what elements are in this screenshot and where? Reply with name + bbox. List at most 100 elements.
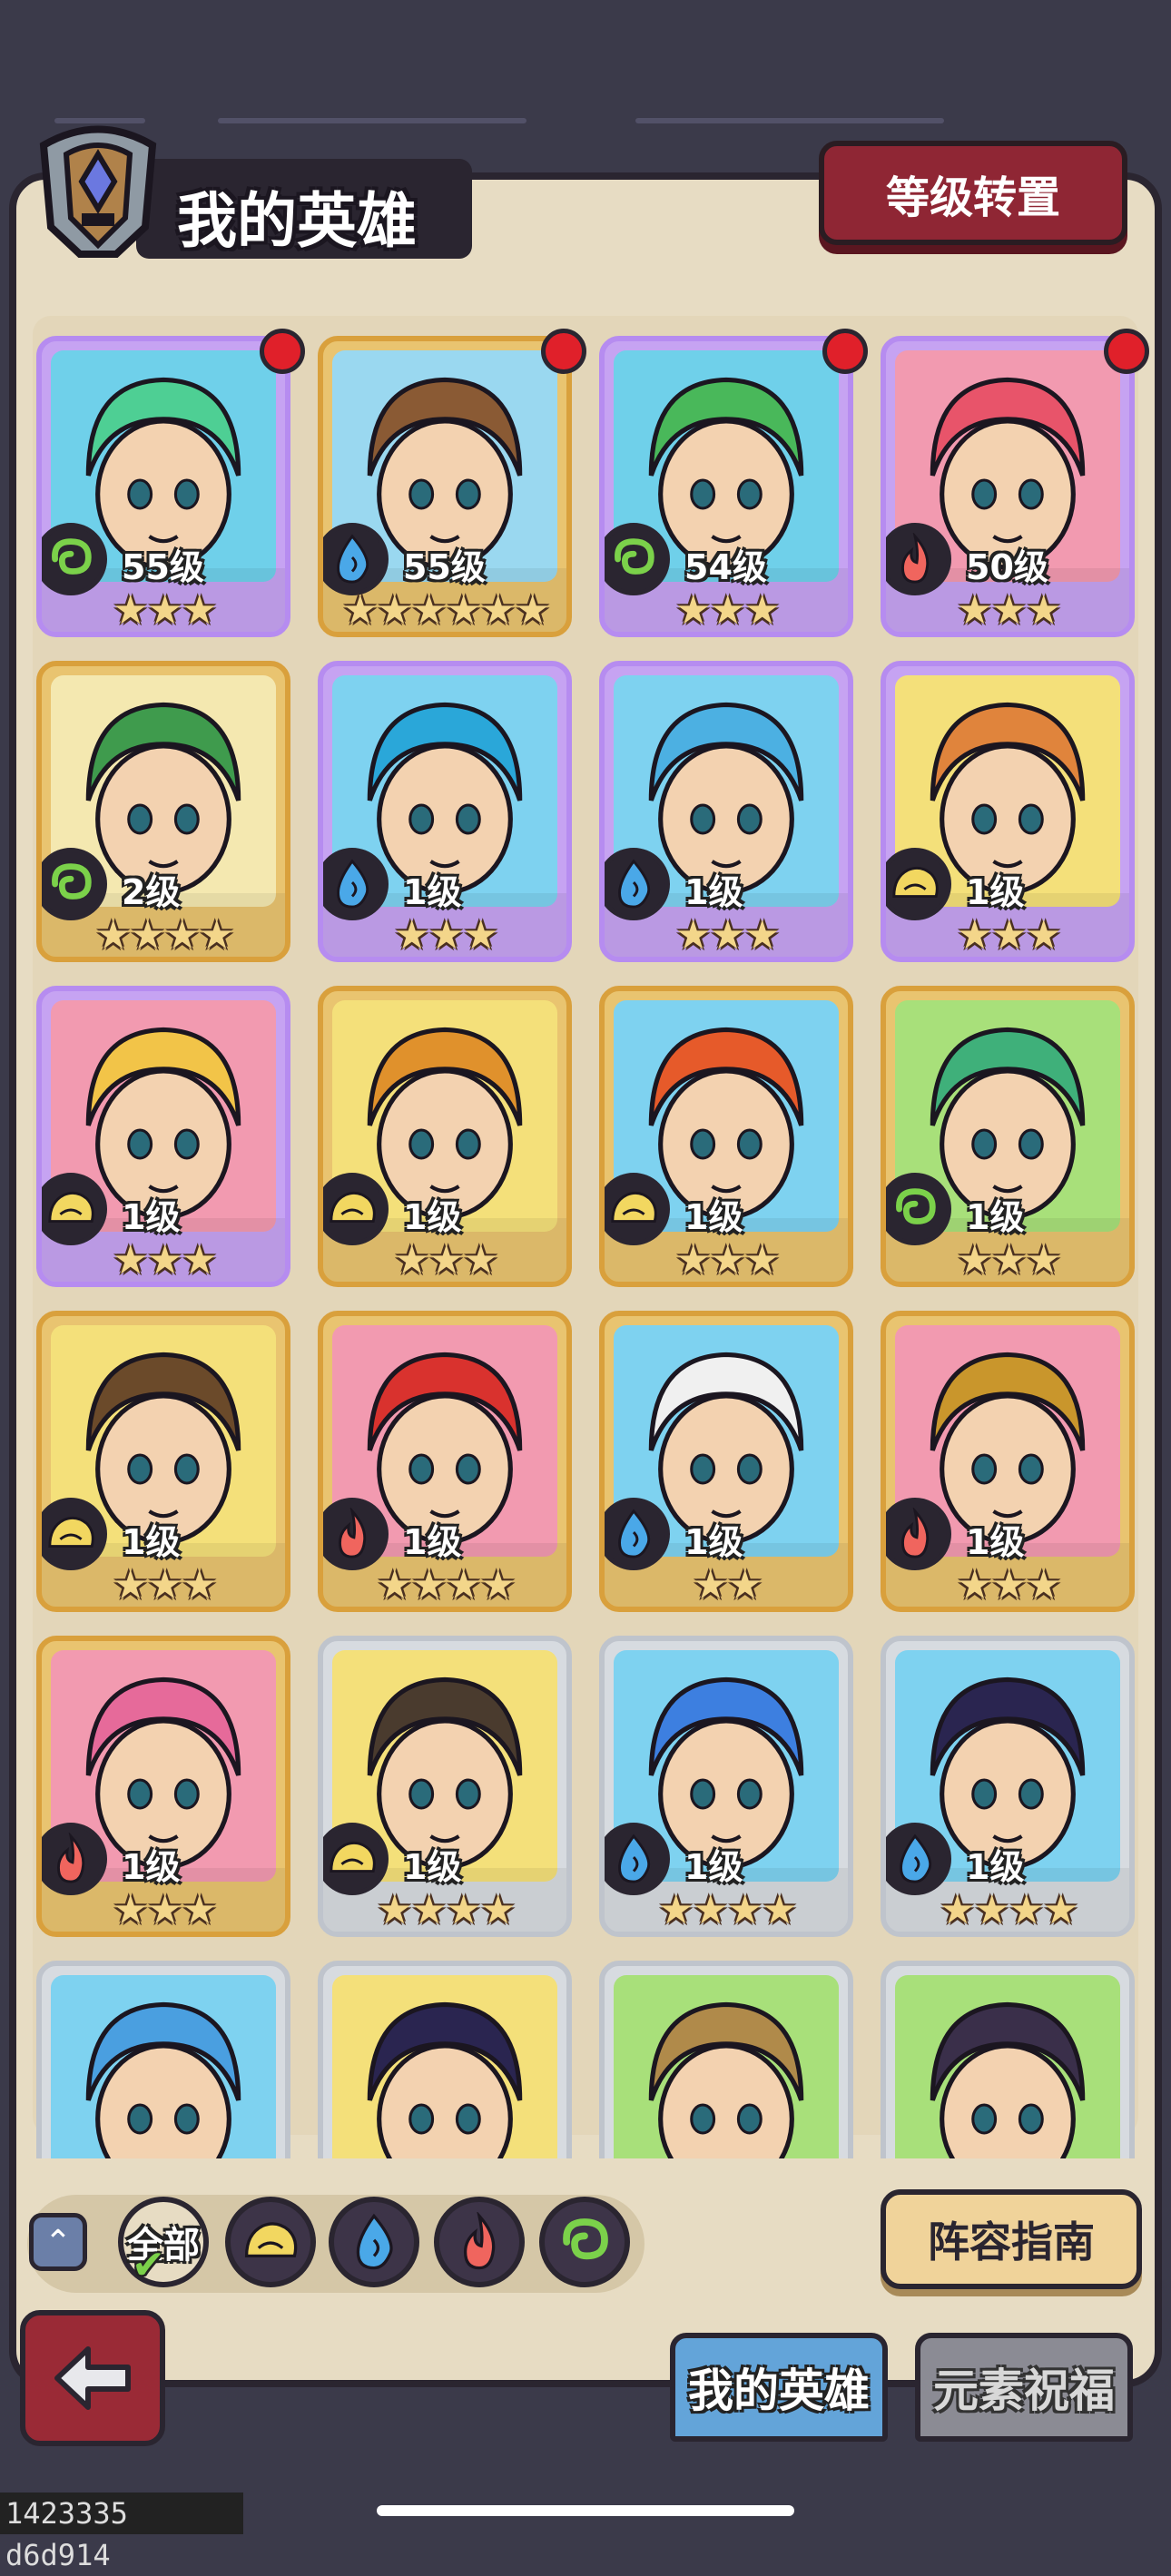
hero-element-badge <box>886 1823 951 1895</box>
wind-element-icon <box>896 1188 936 1224</box>
star-icon: ★ <box>744 1237 781 1283</box>
hero-card[interactable]: 1级 ★ ★ ★ ★ <box>318 1311 572 1612</box>
hero-stars: ★ ★ ★ <box>42 1236 285 1283</box>
star-icon: ★ <box>394 1237 430 1283</box>
hero-card[interactable]: 1级 ★ ★ ★ <box>36 1636 290 1937</box>
hero-stars: ★ ★ ★ <box>605 586 848 634</box>
star-icon: ★ <box>147 1237 183 1283</box>
hero-card[interactable] <box>881 1961 1135 2158</box>
earth-element-icon <box>48 1516 94 1548</box>
hero-card[interactable]: 1级 ★ ★ ★ ★ <box>318 1636 572 1937</box>
star-icon: ★ <box>693 1887 729 1933</box>
hero-level: 1级 <box>122 1847 181 1887</box>
hero-card[interactable]: 55级 ★ ★ ★ <box>36 336 290 637</box>
hero-card[interactable]: 1级 ★ ★ ★ ★ <box>599 1636 853 1937</box>
star-icon: ★ <box>147 1562 183 1608</box>
collapse-toggle-button[interactable]: ⌃ <box>29 2213 87 2271</box>
hero-stars: ★ ★ ★ <box>42 1886 285 1933</box>
hero-card[interactable]: 1级 ★ ★ ★ <box>318 986 572 1287</box>
star-icon: ★ <box>428 1237 465 1283</box>
hero-element-badge <box>886 848 951 920</box>
home-indicator[interactable] <box>377 2505 794 2516</box>
hero-element-badge <box>323 1823 389 1895</box>
hero-card[interactable]: 50级 ★ ★ ★ <box>881 336 1135 637</box>
notification-dot <box>260 329 305 374</box>
hero-card[interactable]: 55级 ★ ★ ★ ★ ★ ★ <box>318 336 572 637</box>
star-icon: ★ <box>164 912 201 959</box>
hero-stars: ★ ★ ★ ★ <box>323 1886 566 1932</box>
filter-water-button[interactable] <box>329 2197 419 2287</box>
hero-card[interactable]: 1级 ★ ★ ★ <box>36 1311 290 1612</box>
tab-element-blessing[interactable]: 元素祝福 <box>915 2333 1133 2442</box>
hero-stars: ★ ★ ★ <box>323 1236 566 1283</box>
hero-card[interactable]: 1级 ★ ★ ★ <box>36 986 290 1287</box>
hero-stars: ★ ★ ★ ★ <box>886 1886 1129 1933</box>
star-icon: ★ <box>710 587 746 634</box>
water-element-icon <box>618 1834 651 1883</box>
hero-stars: ★ ★ ★ ★ <box>323 1561 566 1608</box>
decor-line <box>635 118 944 123</box>
hero-stars: ★ ★ ★ <box>605 1236 848 1283</box>
hero-card[interactable] <box>318 1961 572 2158</box>
tab-my-heroes[interactable]: 我的英雄 <box>670 2333 888 2442</box>
hero-level: 50级 <box>966 547 1048 587</box>
hero-card[interactable]: 54级 ★ ★ ★ <box>599 336 853 637</box>
hero-card[interactable]: 1级 ★ ★ ★ <box>599 986 853 1287</box>
wind-element-icon <box>52 538 92 575</box>
fire-element-icon <box>57 1833 85 1883</box>
hero-card[interactable]: 2级 ★ ★ ★ ★ <box>36 661 290 962</box>
hero-card[interactable] <box>599 1961 853 2158</box>
hero-portrait-art <box>930 2001 1086 2158</box>
hero-element-badge <box>42 848 107 920</box>
filter-wind-button[interactable] <box>539 2197 630 2287</box>
star-icon: ★ <box>710 912 746 959</box>
water-element-icon <box>337 534 369 584</box>
star-icon: ★ <box>113 1887 149 1933</box>
star-icon: ★ <box>1043 1887 1079 1933</box>
wind-element-icon <box>563 2218 608 2260</box>
star-icon: ★ <box>428 912 465 959</box>
hero-card[interactable]: 1级 ★ ★ ★ <box>318 661 572 962</box>
hero-card[interactable]: 1级 ★ ★ ★ <box>599 661 853 962</box>
hero-element-badge <box>42 1173 107 1245</box>
hero-element-badge <box>886 523 951 595</box>
notification-dot <box>541 329 586 374</box>
water-element-icon <box>900 1834 932 1883</box>
fire-element-icon <box>901 533 930 584</box>
earth-element-icon <box>330 1191 376 1223</box>
level-reset-button[interactable]: 等级转置 <box>819 141 1127 245</box>
filter-fire-button[interactable] <box>434 2197 525 2287</box>
star-icon: ★ <box>957 1237 993 1283</box>
debug-overlay: 1423335 d6d914 <box>0 2492 243 2572</box>
hero-card[interactable]: 1级 ★ ★ ★ <box>881 1311 1135 1612</box>
hero-level: 55级 <box>122 547 204 587</box>
back-arrow-icon <box>54 2346 131 2410</box>
hero-grid[interactable]: 55级 ★ ★ ★ 55级 ★ ★ ★ ★ ★ ★ 54级 ★ ★ ★ 50级 ★ ★ ★ 2级 ★ ★ ★ ★ 1级 ★ ★ ★ 1级… <box>36 336 1135 2158</box>
hero-card[interactable]: 1级 ★ ★ ★ <box>881 986 1135 1287</box>
hero-card[interactable]: 1级 ★ ★ <box>599 1311 853 1612</box>
hero-card[interactable] <box>36 1961 290 2158</box>
hero-level: 1级 <box>966 872 1025 912</box>
lineup-guide-button[interactable]: 阵容指南 <box>881 2189 1142 2289</box>
hero-portrait <box>51 1975 276 2158</box>
hero-card[interactable]: 1级 ★ ★ ★ ★ <box>881 1636 1135 1937</box>
hero-stars: ★ ★ ★ <box>886 1236 1129 1283</box>
notification-dot <box>1104 329 1149 374</box>
fire-element-icon <box>339 1508 367 1558</box>
hero-level: 1级 <box>684 1847 743 1887</box>
earth-element-icon <box>611 1191 657 1223</box>
hero-stars: ★ ★ ★ ★ <box>42 911 285 959</box>
hero-level: 1级 <box>403 1197 462 1237</box>
star-icon: ★ <box>446 587 482 634</box>
back-button[interactable] <box>20 2310 165 2446</box>
hero-stars: ★ ★ ★ <box>42 586 285 632</box>
star-icon: ★ <box>147 1887 183 1933</box>
hero-level: 1级 <box>403 872 462 912</box>
hero-level: 2级 <box>122 872 181 912</box>
filter-earth-button[interactable] <box>225 2197 316 2287</box>
star-icon: ★ <box>411 1562 448 1608</box>
star-icon: ★ <box>744 912 781 959</box>
helmet-icon <box>39 125 157 258</box>
hero-stars: ★ ★ <box>605 1561 848 1607</box>
hero-card[interactable]: 1级 ★ ★ ★ <box>881 661 1135 962</box>
